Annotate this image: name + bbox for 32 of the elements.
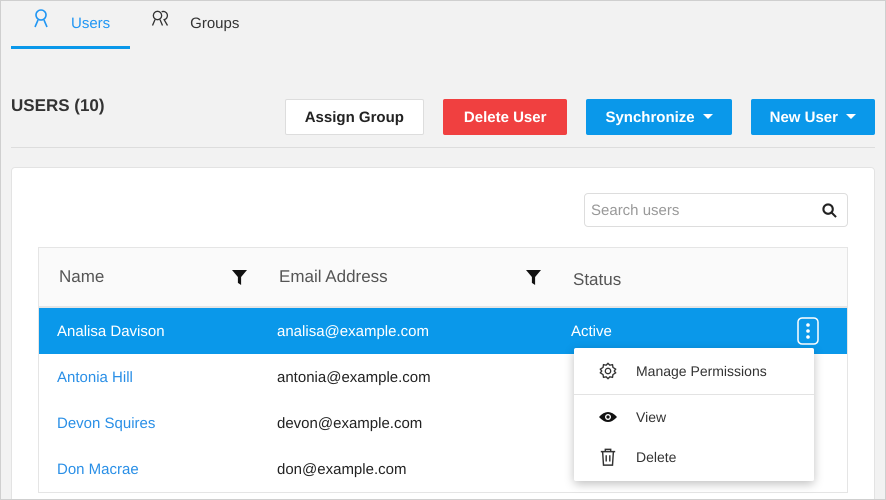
table-cell: don@example.com <box>277 460 406 478</box>
trash-icon <box>598 448 618 466</box>
tab[interactable]: Groups <box>130 1 260 49</box>
more-icon[interactable] <box>797 317 819 345</box>
search-field[interactable]: Search users <box>584 193 848 227</box>
filter-icon[interactable] <box>526 270 541 284</box>
gear-icon <box>598 362 618 380</box>
action-button[interactable]: Synchronize <box>586 99 732 135</box>
search-icon <box>822 203 837 218</box>
column-header: Name <box>59 267 104 287</box>
user-name-link[interactable]: Devon Squires <box>57 414 156 432</box>
action-button[interactable]: Assign Group <box>284 99 424 135</box>
menu-item[interactable]: Manage Permissions <box>574 348 814 395</box>
caret-icon <box>702 114 713 120</box>
user-name-link[interactable]: Antonia Hill <box>57 368 133 386</box>
table-cell: devon@example.com <box>277 414 422 432</box>
caret-icon <box>846 114 856 120</box>
user-name-link[interactable]: Analisa Davison <box>57 322 165 340</box>
page-heading: USERS (10) <box>11 96 105 116</box>
menu-item[interactable]: View <box>574 397 814 437</box>
column-header: Email Address <box>279 267 388 287</box>
action-button[interactable]: Delete User <box>442 99 568 135</box>
filter-icon[interactable] <box>232 270 247 284</box>
tab[interactable]: Users <box>11 1 130 49</box>
table-cell: Active <box>571 322 612 340</box>
action-button[interactable]: New User <box>750 99 875 135</box>
column-header: Status <box>573 270 622 290</box>
user-name-link[interactable]: Don Macrae <box>57 460 139 478</box>
table-cell: analisa@example.com <box>277 322 429 340</box>
group-icon <box>150 8 170 28</box>
table-cell: antonia@example.com <box>277 368 431 386</box>
menu-item[interactable]: Delete <box>574 437 814 477</box>
